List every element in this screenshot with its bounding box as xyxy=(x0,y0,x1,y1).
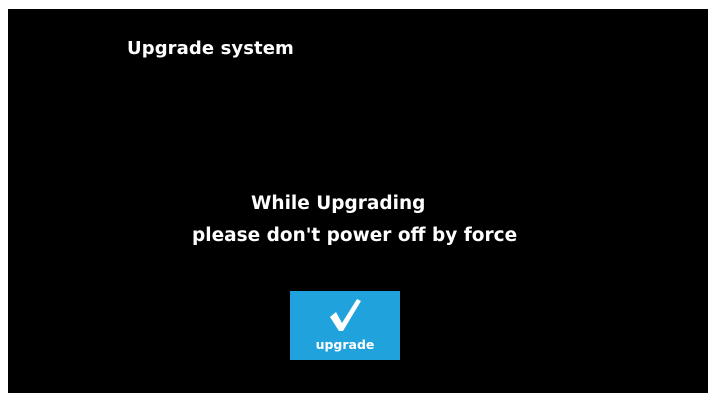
warning-message: While Upgrading please don't power off b… xyxy=(174,188,574,252)
warning-line-1: While Upgrading xyxy=(251,193,426,214)
upgrade-button-label: upgrade xyxy=(315,337,375,352)
upgrade-button[interactable]: upgrade xyxy=(290,291,400,360)
checkmark-icon xyxy=(330,299,361,331)
page-title: Upgrade system xyxy=(127,38,294,59)
upgrade-screen: Upgrade system While Upgrading please do… xyxy=(8,9,708,393)
warning-line-2: please don't power off by force xyxy=(192,225,518,246)
